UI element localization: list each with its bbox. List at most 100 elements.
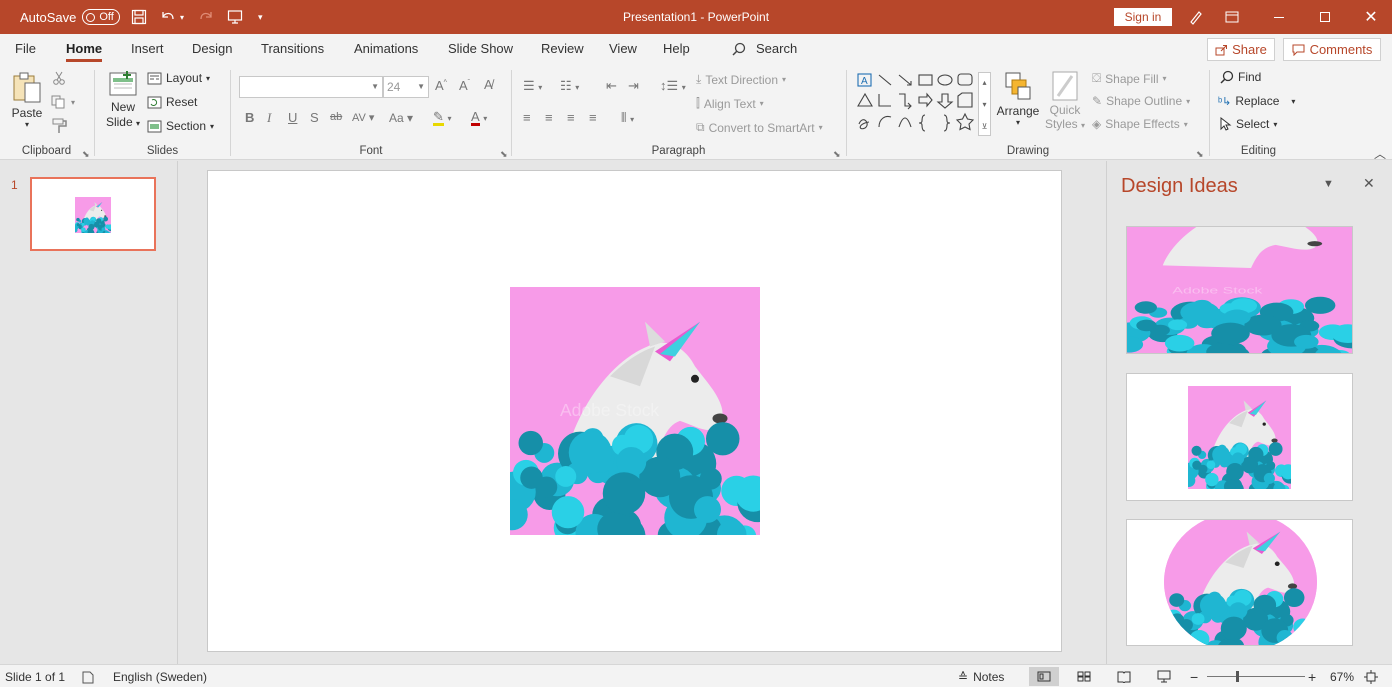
bold-icon[interactable]: B	[245, 110, 254, 125]
highlight-color-icon[interactable]: ✎ ▾	[433, 109, 452, 126]
collapse-ribbon-icon[interactable]: ︿	[1374, 145, 1386, 162]
maximize-icon[interactable]	[1302, 0, 1348, 34]
paste-button[interactable]: Paste ▾	[10, 70, 44, 129]
cut-icon[interactable]	[52, 71, 66, 85]
shape-fill-button[interactable]: ⛋ Shape Fill ▾	[1092, 71, 1167, 86]
strikethrough-icon[interactable]: ab	[330, 111, 342, 123]
ribbon-display-icon[interactable]	[1209, 0, 1255, 34]
separator	[1209, 70, 1210, 156]
justify-icon[interactable]: ≡	[589, 110, 597, 125]
clipboard-launcher-icon[interactable]: ⬊	[82, 149, 90, 160]
slideshow-icon[interactable]	[1149, 667, 1179, 686]
design-idea-3[interactable]	[1126, 519, 1353, 646]
shape-effects-button[interactable]: ◈ Shape Effects ▾	[1092, 117, 1188, 131]
pane-options-icon[interactable]: ▼	[1323, 178, 1334, 190]
bullets-icon[interactable]: ☰ ▾	[523, 78, 542, 94]
align-text-button[interactable]: ⫿ Align Text ▾	[696, 96, 764, 111]
design-idea-1[interactable]: Adobe Stock	[1126, 226, 1353, 354]
redo-icon[interactable]	[195, 0, 217, 34]
zoom-slider[interactable]	[1207, 676, 1305, 677]
search-box[interactable]: Search	[732, 34, 797, 64]
change-case-icon[interactable]: Aa ▾	[389, 111, 413, 125]
undo-icon[interactable]	[157, 0, 179, 34]
slide-thumbnail[interactable]	[30, 177, 156, 251]
copy-icon[interactable]: ▾	[51, 95, 75, 109]
tab-design[interactable]: Design	[192, 34, 232, 64]
clear-formatting-icon[interactable]: A̸	[484, 77, 493, 92]
share-button[interactable]: Share	[1207, 38, 1275, 61]
present-icon[interactable]	[224, 0, 246, 34]
autosave-switch[interactable]: Off	[82, 9, 121, 25]
new-slide-button[interactable]: New Slide ▾	[104, 70, 142, 130]
shape-outline-button[interactable]: ✎ Shape Outline ▾	[1092, 94, 1190, 108]
font-color-icon[interactable]: A ▾	[471, 109, 487, 126]
tab-review[interactable]: Review	[541, 34, 584, 64]
character-spacing-icon[interactable]: AV ▾	[352, 111, 374, 124]
arrange-button[interactable]: Arrange ▾	[997, 70, 1039, 127]
save-icon[interactable]	[128, 0, 150, 34]
pen-icon[interactable]	[1185, 0, 1207, 34]
tab-file[interactable]: File	[15, 34, 36, 64]
slide-sorter-icon[interactable]	[1069, 667, 1099, 686]
design-idea-2[interactable]	[1126, 373, 1353, 501]
reading-view-icon[interactable]	[1109, 667, 1139, 686]
normal-view-icon[interactable]	[1029, 667, 1059, 686]
undo-dropdown-icon[interactable]: ▾	[180, 0, 184, 34]
tab-animations[interactable]: Animations	[354, 34, 418, 64]
paragraph-launcher-icon[interactable]: ⬊	[833, 149, 841, 160]
font-launcher-icon[interactable]: ⬊	[500, 149, 508, 160]
comments-button[interactable]: Comments	[1283, 38, 1381, 61]
find-button[interactable]: Find	[1220, 70, 1261, 84]
decrease-indent-icon[interactable]: ⇤	[606, 78, 617, 94]
tab-slide-show[interactable]: Slide Show	[448, 34, 513, 64]
spellcheck-icon[interactable]	[81, 665, 95, 687]
customize-icon[interactable]: ▾	[258, 0, 263, 34]
reset-button[interactable]: Reset	[147, 95, 197, 109]
notes-button[interactable]: ≙ Notes	[958, 665, 1004, 687]
italic-icon[interactable]: I	[267, 110, 271, 126]
shape-effects-label: Shape Effects	[1105, 117, 1180, 131]
fit-to-window-icon[interactable]	[1364, 665, 1378, 687]
zoom-out-icon[interactable]: −	[1190, 665, 1198, 687]
tab-insert[interactable]: Insert	[131, 34, 164, 64]
text-direction-button[interactable]: ⤓ Text Direction ▾	[696, 72, 786, 87]
align-right-icon[interactable]: ≡	[567, 110, 575, 125]
close-icon[interactable]: ✕	[1348, 0, 1392, 34]
align-center-icon[interactable]: ≡	[545, 110, 553, 125]
minimize-icon[interactable]	[1256, 0, 1302, 34]
tab-home[interactable]: Home	[66, 34, 103, 64]
zoom-in-icon[interactable]: +	[1308, 665, 1316, 687]
section-button[interactable]: Section ▾	[147, 119, 214, 133]
tab-transitions[interactable]: Transitions	[261, 34, 324, 64]
numbering-icon[interactable]: ☷ ▾	[560, 78, 579, 94]
shapes-gallery[interactable]: A	[855, 72, 977, 138]
increase-font-icon[interactable]: A^	[435, 78, 447, 93]
line-spacing-icon[interactable]: ↕☰ ▾	[660, 78, 686, 94]
increase-indent-icon[interactable]: ⇥	[628, 78, 639, 94]
drawing-launcher-icon[interactable]: ⬊	[1196, 149, 1204, 160]
unicorn-image[interactable]: Adobe Stock	[510, 287, 760, 535]
sign-in-button[interactable]: Sign in	[1114, 8, 1172, 26]
slide-canvas[interactable]: Adobe Stock	[207, 170, 1062, 652]
replace-button[interactable]: ᵇ↳ Replace ▾	[1218, 94, 1295, 108]
zoom-level[interactable]: 67%	[1330, 665, 1354, 687]
align-left-icon[interactable]: ≡	[523, 110, 531, 125]
layout-button[interactable]: Layout ▾	[147, 71, 210, 85]
tab-view[interactable]: View	[609, 34, 637, 64]
select-button[interactable]: Select ▾	[1220, 117, 1277, 131]
shadow-icon[interactable]: S	[310, 110, 319, 125]
font-size-combo[interactable]: 24 ▼	[383, 76, 429, 98]
convert-smartart-button[interactable]: ⧉ Convert to SmartArt ▾	[696, 120, 823, 135]
underline-icon[interactable]: U	[288, 110, 297, 125]
language[interactable]: English (Sweden)	[113, 665, 207, 687]
shapes-gallery-scroll[interactable]: ▴ ▾ ⊻	[978, 72, 991, 136]
format-painter-icon[interactable]	[52, 118, 68, 134]
quick-styles-button[interactable]: Quick Styles ▾	[1043, 70, 1087, 132]
pane-close-icon[interactable]: ✕	[1363, 175, 1375, 192]
autosave-toggle[interactable]: AutoSave Off	[20, 0, 121, 34]
tab-help[interactable]: Help	[663, 34, 690, 64]
zoom-slider-thumb[interactable]	[1236, 671, 1239, 682]
font-name-combo[interactable]: ▼	[239, 76, 383, 98]
columns-icon[interactable]: ⫴ ▾	[621, 110, 634, 126]
decrease-font-icon[interactable]: Aˇ	[459, 78, 470, 93]
